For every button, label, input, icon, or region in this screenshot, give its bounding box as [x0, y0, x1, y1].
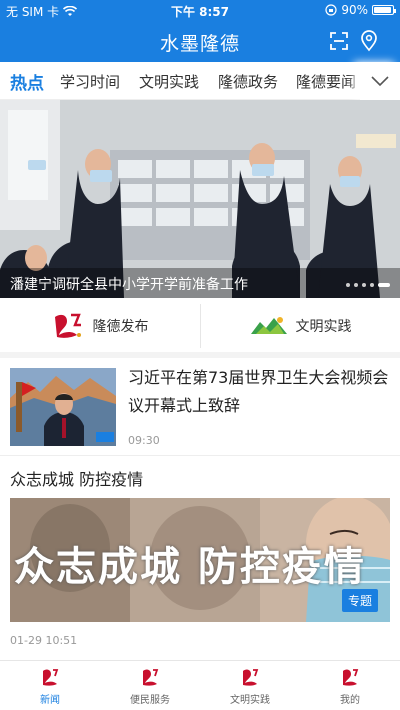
orientation-lock-icon — [325, 4, 337, 16]
tab-hot[interactable]: 热点 — [10, 69, 44, 94]
tabbar-label: 便民服务 — [130, 695, 170, 706]
more-channels-button[interactable] — [360, 62, 400, 100]
news-thumbnail — [10, 368, 116, 446]
tab-longde-news[interactable]: 隆德要闻 — [296, 71, 356, 92]
topic-heading: 众志成城 防控疫情 — [10, 470, 144, 489]
scan-icon[interactable] — [328, 30, 350, 52]
quick-link-label: 文明实践 — [295, 319, 352, 335]
carousel-dot — [354, 283, 358, 287]
profile-icon — [343, 669, 359, 686]
news-list-item[interactable]: 习近平在第73届世界卫生大会视频会议开幕式上致辞 09:30 — [0, 358, 400, 456]
battery-icon — [372, 5, 396, 15]
services-icon — [143, 669, 159, 686]
mountain-logo-icon — [250, 317, 287, 334]
topic-badge: 专题 — [341, 589, 378, 612]
practice-icon — [243, 669, 259, 686]
carousel-dot-active — [378, 283, 390, 287]
tabbar-convenience-services[interactable]: 便民服务 — [100, 667, 200, 706]
quick-links: 隆德发布 文明实践 — [0, 300, 400, 358]
banner-carousel[interactable]: 潘建宁调研全县中小学开学前准备工作 — [0, 100, 400, 298]
location-pin-icon[interactable] — [358, 30, 380, 52]
topic-image: 众志成城 防控疫情 专题 — [10, 498, 390, 622]
tabbar-label: 文明实践 — [230, 695, 270, 706]
carousel-dot — [362, 283, 366, 287]
bottom-tab-bar: 新闻 便民服务 文明实践 我的 — [0, 660, 400, 710]
quick-link-longde-release[interactable]: 隆德发布 — [0, 300, 199, 352]
news-title: 习近平在第73届世界卫生大会视频会议开幕式上致辞 — [128, 368, 389, 415]
carousel-dot — [346, 283, 350, 287]
tabbar-civilization-practice[interactable]: 文明实践 — [200, 667, 300, 706]
app-header: 水墨隆德 — [0, 20, 400, 62]
status-bar: 无 SIM 卡 下午 8:57 90% — [0, 0, 400, 20]
longde-logo-icon — [54, 313, 81, 338]
carousel-indicator — [346, 283, 390, 287]
tab-longde-government[interactable]: 隆德政务 — [218, 71, 278, 92]
news-time: 09:30 — [128, 434, 160, 447]
tab-civilization-practice[interactable]: 文明实践 — [139, 71, 199, 92]
topic-card[interactable]: 众志成城 防控疫情 众志成城 防控疫情 专题 01-29 10:51 — [0, 456, 400, 656]
banner-caption: 潘建宁调研全县中小学开学前准备工作 — [0, 268, 400, 298]
tab-study-time[interactable]: 学习时间 — [60, 71, 120, 92]
news-icon — [43, 669, 59, 686]
chevron-down-icon — [371, 76, 389, 87]
quick-link-label: 隆德发布 — [92, 319, 149, 335]
topic-time: 01-29 10:51 — [10, 634, 78, 647]
quick-link-civilization-practice[interactable]: 文明实践 — [201, 300, 400, 352]
tabbar-mine[interactable]: 我的 — [300, 667, 400, 706]
channel-tabs: 热点 学习时间 文明实践 隆德政务 隆德要闻 — [0, 62, 400, 100]
carousel-dot — [370, 283, 374, 287]
tabbar-label: 我的 — [340, 695, 360, 706]
tabbar-label: 新闻 — [40, 695, 60, 706]
tabbar-news[interactable]: 新闻 — [0, 667, 100, 706]
topic-image-text: 众志成城 防控疫情 — [14, 543, 366, 590]
battery-percent: 90% — [341, 3, 368, 17]
